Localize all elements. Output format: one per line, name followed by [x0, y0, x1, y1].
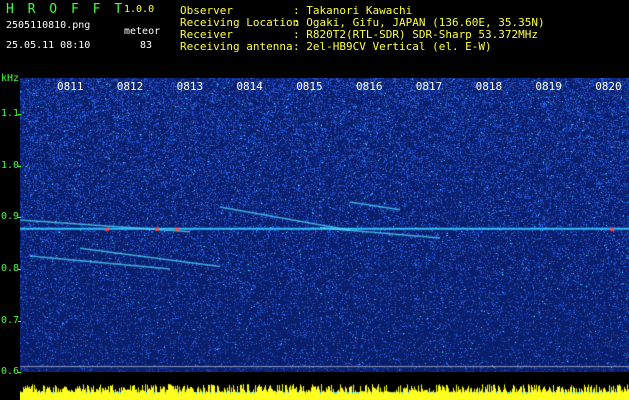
header: H R O F F T 1.0.0 2505110810.png meteor … — [0, 0, 629, 78]
receiver-label: Receiver — [180, 28, 233, 41]
location-label: Receiving Location — [180, 16, 300, 29]
time-label: 0820 — [595, 80, 622, 93]
time-label: 0814 — [236, 80, 263, 93]
app-version: 1.0.0 — [124, 4, 155, 15]
y-tick — [18, 372, 21, 373]
time-label: 0819 — [535, 80, 562, 93]
y-tick-label: 1.0 — [0, 159, 19, 171]
y-tick-label: 0.9 — [0, 211, 19, 223]
mode-label: meteor — [124, 26, 161, 37]
time-label: 0817 — [415, 80, 443, 93]
time-label: 0816 — [356, 80, 383, 93]
y-tick — [18, 321, 21, 322]
timestamp: 25.05.11 08:10 — [6, 40, 91, 51]
app-name: H R O F F T — [6, 2, 126, 17]
location-value: : Ogaki, Gifu, JAPAN (136.60E, 35.35N) — [293, 16, 545, 29]
y-tick — [18, 166, 21, 167]
time-label: 0818 — [475, 80, 503, 93]
y-tick — [18, 114, 21, 115]
y-tick-label: 0.8 — [0, 263, 19, 274]
y-tick-label: 0.6 — [0, 366, 19, 378]
antenna-label: Receiving antenna — [180, 40, 293, 53]
time-label: 0812 — [116, 80, 144, 93]
y-tick-label: 1.1 — [0, 108, 19, 120]
time-label: 0813 — [176, 80, 204, 93]
receiver-value: : R820T2(RTL-SDR) SDR-Sharp 53.372MHz — [293, 28, 539, 41]
y-axis-unit: kHz — [1, 73, 20, 84]
y-tick — [18, 217, 21, 218]
signal-level-bar — [20, 372, 629, 400]
spectrogram-plot — [20, 78, 629, 380]
y-tick — [18, 269, 21, 270]
observer-label: Observer — [180, 4, 233, 17]
meteor-count: 83 — [140, 40, 153, 51]
y-tick-label: 0.7 — [0, 314, 19, 326]
observer-value: : Takanori Kawachi — [293, 4, 413, 17]
file-name: 2505110810.png — [6, 20, 91, 31]
time-label: 0815 — [296, 80, 323, 93]
antenna-value: : 2el-HB9CV Vertical (el. E-W) — [293, 40, 492, 53]
time-label: 0811 — [57, 80, 84, 93]
